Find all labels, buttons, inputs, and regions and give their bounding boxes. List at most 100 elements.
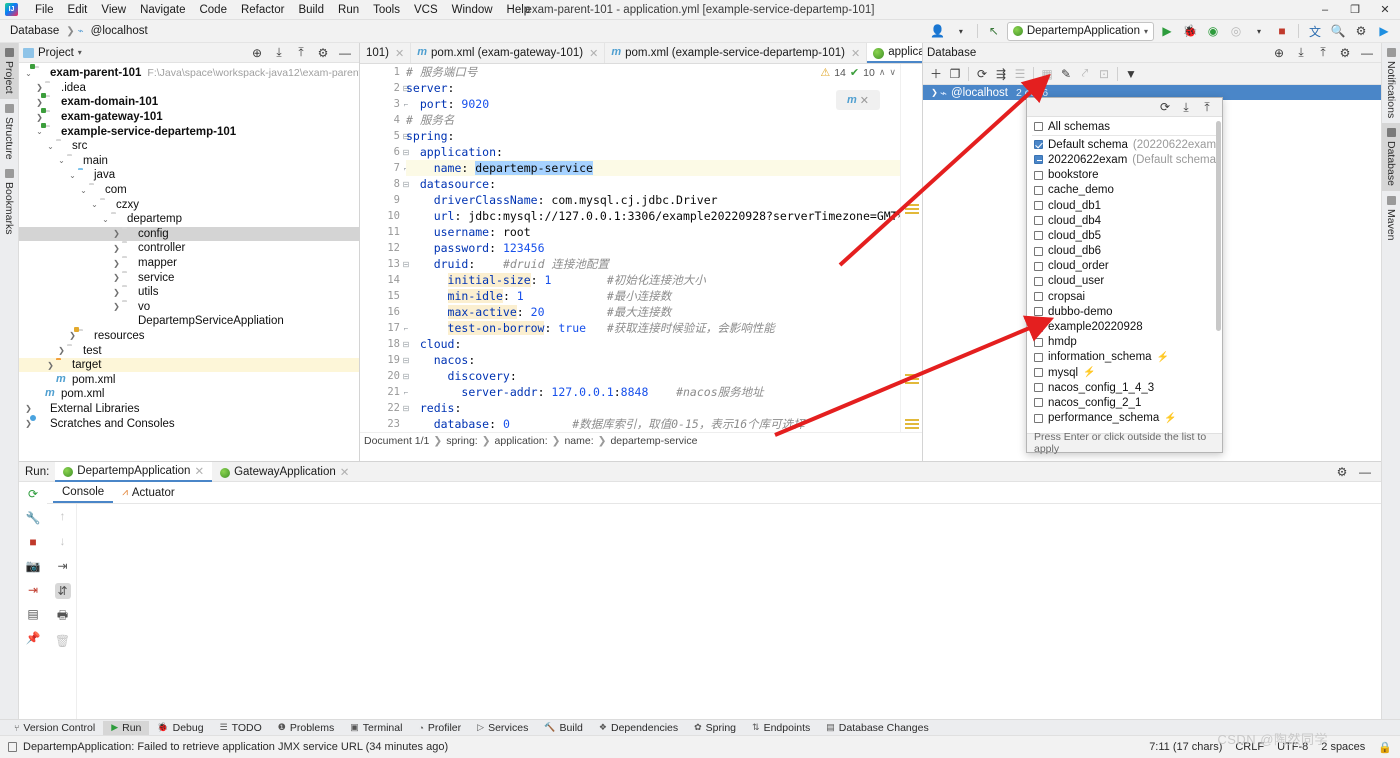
schema-checkbox[interactable] [1034, 276, 1043, 286]
chevron-right-icon[interactable]: ❯ [111, 244, 122, 253]
bottom-stripe-todo[interactable]: ☰ TODO [212, 721, 270, 735]
exit-icon[interactable]: ⇥ [25, 582, 41, 598]
menu-item-edit[interactable]: Edit [61, 2, 95, 18]
editor-breadcrumb-item[interactable]: application: [495, 435, 548, 447]
maximize-button[interactable]: ❐ [1340, 0, 1370, 20]
notification-icon[interactable] [8, 742, 17, 752]
schema-checkbox[interactable] [1034, 170, 1043, 180]
tree-node-external-libraries[interactable]: ❯ External Libraries [19, 402, 359, 417]
chevron-down-icon[interactable]: ▾ [951, 22, 971, 41]
run-subtab-actuator[interactable]: ⩘ Actuator [113, 484, 183, 502]
schema-checkbox[interactable] [1034, 155, 1043, 165]
duplicate-icon[interactable]: ❐ [946, 65, 964, 83]
tree-node-resources[interactable]: ❯ resources [19, 329, 359, 344]
hide-icon[interactable]: — [335, 43, 355, 62]
code-line[interactable]: redis: [406, 400, 900, 416]
run-subtab-bar[interactable]: Console ⩘ Actuator [19, 482, 1381, 504]
schema-checkbox[interactable] [1034, 140, 1043, 150]
code-line[interactable]: password: 123456 [406, 240, 900, 256]
tree-node-pom-xml[interactable]: m pom.xml [19, 372, 359, 387]
chevron-right-icon[interactable]: ❯ [56, 346, 67, 355]
locate-icon[interactable]: ⊕ [1269, 43, 1289, 62]
code-line[interactable]: server: [406, 80, 900, 96]
translate-icon[interactable]: 文 [1305, 22, 1325, 41]
breadcrumb-item-localhost[interactable]: @localhost [87, 24, 152, 38]
print-icon[interactable]: 🖶 [55, 608, 71, 624]
lock-icon[interactable]: 🔒 [1378, 741, 1392, 754]
menu-item-file[interactable]: File [28, 2, 61, 18]
schema-checkbox[interactable] [1034, 413, 1043, 423]
schema-item-bookstore[interactable]: bookstore [1027, 168, 1222, 183]
code-line[interactable]: datasource: [406, 176, 900, 192]
tree-node-utils[interactable]: ❯ utils [19, 285, 359, 300]
file-encoding[interactable]: UTF-8 [1277, 741, 1308, 753]
down-icon[interactable]: ↓ [55, 533, 71, 549]
close-icon[interactable]: ✕ [589, 47, 598, 60]
scroll-to-end-icon[interactable]: ⇵ [54, 583, 71, 599]
run-with-coverage-icon[interactable]: ◉ [1203, 22, 1223, 41]
minimize-button[interactable]: – [1310, 0, 1340, 20]
schema-item-nacos-config-2-1[interactable]: nacos_config_2_1 [1027, 395, 1222, 410]
menu-item-tools[interactable]: Tools [366, 2, 407, 18]
tree-node--idea[interactable]: ❯ .idea [19, 81, 359, 96]
schema-checkbox[interactable] [1034, 261, 1043, 271]
close-icon[interactable]: ✕ [395, 47, 404, 60]
chevron-down-icon[interactable]: ⌄ [67, 171, 78, 180]
tree-node-czxy[interactable]: ⌄ czxy [19, 197, 359, 212]
chevron-right-icon[interactable]: ❯ [45, 361, 56, 370]
hide-icon[interactable]: — [1355, 462, 1375, 481]
rerun-icon[interactable]: ⟳ [25, 486, 41, 502]
schema-item-example20220928[interactable]: example20220928 [1027, 319, 1222, 334]
project-panel-title-group[interactable]: Project ▾ [23, 47, 82, 59]
code-line[interactable]: # 服务名 [406, 112, 900, 128]
collapse-all-icon[interactable]: ⤒ [1313, 43, 1333, 62]
chevron-down-icon[interactable]: ⌄ [56, 156, 67, 165]
editor-breadcrumb[interactable]: Document 1/1 ❯ spring: ❯ application: ❯ name: ❯… [360, 432, 922, 448]
scrollbar-thumb[interactable] [1216, 121, 1221, 331]
tree-node-exam-domain-101[interactable]: ❯ exam-domain-101 [19, 95, 359, 110]
schema-checkbox[interactable] [1034, 216, 1043, 226]
schema-item-all-schemas[interactable]: All schemas [1027, 119, 1222, 134]
tree-node-controller[interactable]: ❯ controller [19, 241, 359, 256]
wrench-icon[interactable]: 🔧 [25, 510, 41, 526]
close-icon[interactable]: ✕ [194, 464, 204, 478]
code-line[interactable]: application: [406, 144, 900, 160]
up-icon[interactable]: ↑ [55, 508, 71, 524]
project-tree[interactable]: ⌄ exam-parent-101 F:\Java\space\workspack-… [19, 63, 359, 458]
tree-node-main[interactable]: ⌄ main [19, 154, 359, 169]
editor-tab-pom-xml-exam-gateway-101-[interactable]: m pom.xml (exam-gateway-101) ✕ [411, 43, 606, 63]
chevron-right-icon[interactable]: ❯ [111, 302, 122, 311]
code-editor[interactable]: 123456789101112131415161718192021222324 … [360, 64, 922, 448]
bottom-stripe-database-changes[interactable]: ▤ Database Changes [818, 721, 936, 735]
tool-stripe-database[interactable]: Database [1382, 123, 1400, 192]
chevron-down-icon[interactable]: ▾ [1249, 22, 1269, 41]
hide-icon[interactable]: — [1357, 43, 1377, 62]
tool-stripe-notifications[interactable]: Notifications [1382, 43, 1400, 123]
schema-item-cropsai[interactable]: cropsai [1027, 289, 1222, 304]
chevron-down-icon[interactable]: ⌄ [23, 69, 34, 78]
tree-node-service[interactable]: ❯ service [19, 270, 359, 285]
chevron-right-icon[interactable]: ❯ [111, 229, 122, 238]
code-content[interactable]: # 服务端口号 server: port: 9020 # 服务名 spring: ap… [406, 64, 922, 448]
code-line[interactable]: spring: [406, 128, 900, 144]
schema-checkbox[interactable] [1034, 246, 1043, 256]
menu-item-help[interactable]: Help [500, 2, 538, 18]
schema-item-cloud-db5[interactable]: cloud_db5 [1027, 228, 1222, 243]
code-line[interactable]: druid: #druid 连接池配置 [406, 256, 900, 272]
code-line[interactable]: discovery: [406, 368, 900, 384]
run-tab-departempapplication[interactable]: DepartempApplication ✕ [55, 461, 213, 482]
back-icon[interactable]: ↖ [984, 22, 1004, 41]
chevron-right-icon[interactable]: ❯ [34, 98, 45, 107]
run-tab-gatewayapplication[interactable]: GatewayApplication ✕ [212, 463, 357, 481]
bottom-stripe-profiler[interactable]: ◔ Profiler [410, 721, 469, 735]
updates-icon[interactable]: ▶ [1374, 22, 1394, 41]
tree-node-exam-parent-101[interactable]: ⌄ exam-parent-101 F:\Java\space\workspack-… [19, 66, 359, 81]
tree-node-vo[interactable]: ❯ vo [19, 300, 359, 315]
menu-item-window[interactable]: Window [445, 2, 500, 18]
refresh-icon[interactable]: ⟳ [973, 65, 991, 83]
add-icon[interactable]: ＋ [927, 65, 945, 83]
run-configuration-selector[interactable]: DepartempApplication ▾ [1006, 21, 1154, 41]
caret-position[interactable]: 7:11 (17 chars) [1149, 741, 1222, 753]
camera-icon[interactable]: 📷 [25, 558, 41, 574]
schema-item-performance-schema[interactable]: performance_schema ⚡ [1027, 411, 1222, 426]
